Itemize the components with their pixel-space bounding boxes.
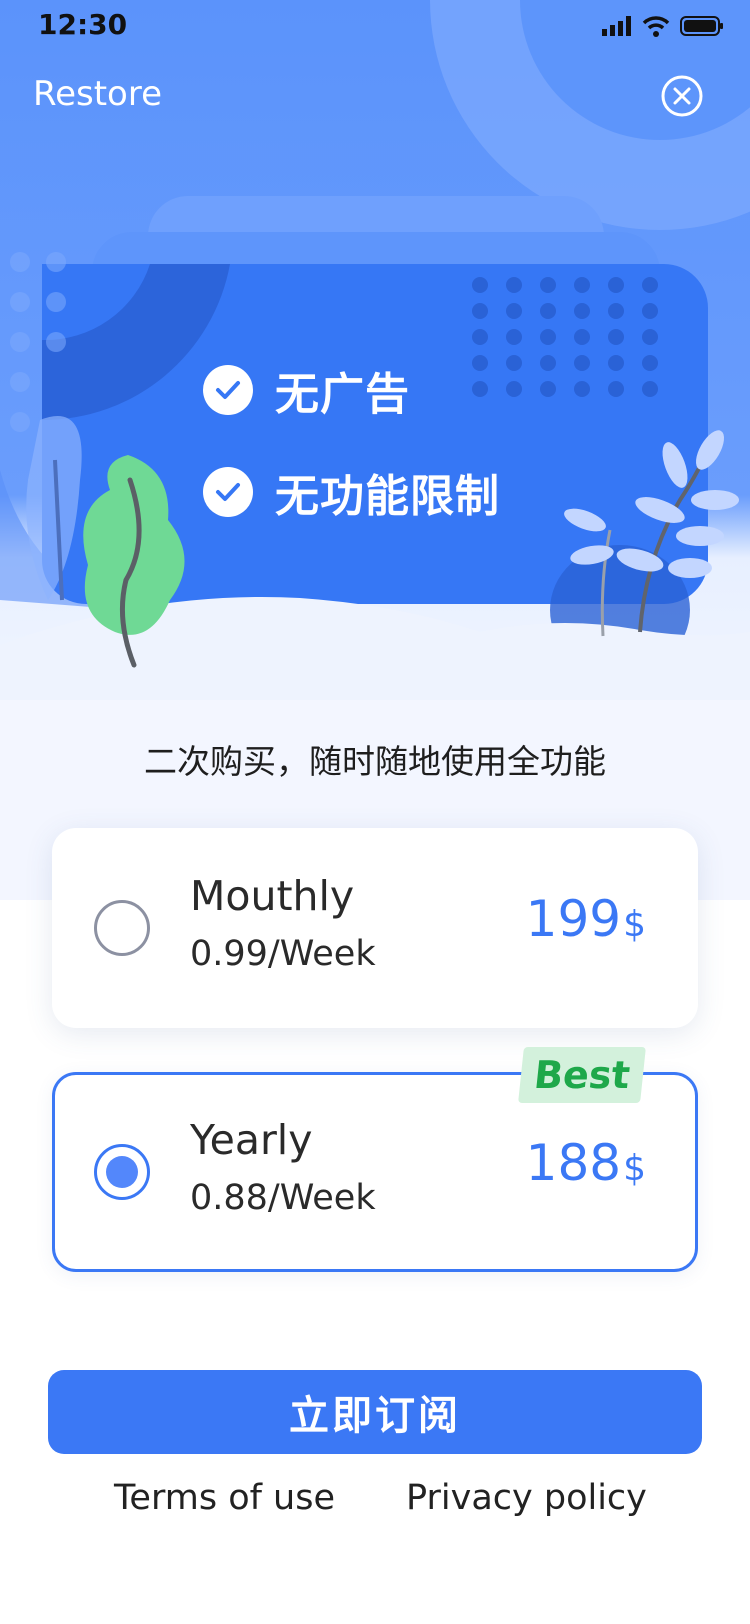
price-currency: $	[623, 1148, 646, 1189]
terms-of-use-link[interactable]: Terms of use	[114, 1478, 335, 1518]
plan-weekly-rate: 0.99/Week	[190, 934, 376, 974]
plan-card-monthly[interactable]: Mouthly 0.99/Week 199$	[52, 828, 698, 1028]
feature-label: 无广告	[275, 369, 410, 420]
price-value: 199	[525, 890, 622, 948]
price-value: 188	[525, 1134, 622, 1192]
battery-icon	[680, 16, 723, 36]
plan-name: Mouthly	[190, 872, 355, 920]
restore-button[interactable]: Restore	[33, 74, 162, 114]
privacy-policy-link[interactable]: Privacy policy	[406, 1478, 647, 1518]
status-time: 12:30	[38, 8, 128, 41]
signal-icon	[602, 16, 631, 36]
status-icons	[602, 12, 724, 40]
wifi-icon	[642, 16, 670, 37]
plan-name: Yearly	[190, 1116, 313, 1164]
feature-item-no-limits: 无功能限制	[203, 460, 500, 524]
radio-button-monthly[interactable]	[94, 900, 150, 956]
plan-price: 188$	[526, 1134, 646, 1192]
feature-item-no-ads: 无广告	[203, 358, 410, 422]
plan-price: 199$	[526, 890, 646, 948]
plan-card-yearly[interactable]: Best Yearly 0.88/Week 188$	[52, 1047, 698, 1272]
feature-label: 无功能限制	[275, 471, 500, 522]
check-icon	[203, 467, 253, 517]
check-icon	[203, 365, 253, 415]
plan-weekly-rate: 0.88/Week	[190, 1178, 376, 1218]
price-currency: $	[623, 904, 646, 945]
subscribe-button[interactable]: 立即订阅	[48, 1370, 702, 1454]
radio-button-yearly[interactable]	[94, 1144, 150, 1200]
status-bar: 12:30	[0, 0, 750, 50]
best-badge: Best	[518, 1047, 646, 1103]
close-icon[interactable]	[660, 74, 704, 118]
tagline: 二次购买，随时随地使用全功能	[144, 742, 606, 781]
